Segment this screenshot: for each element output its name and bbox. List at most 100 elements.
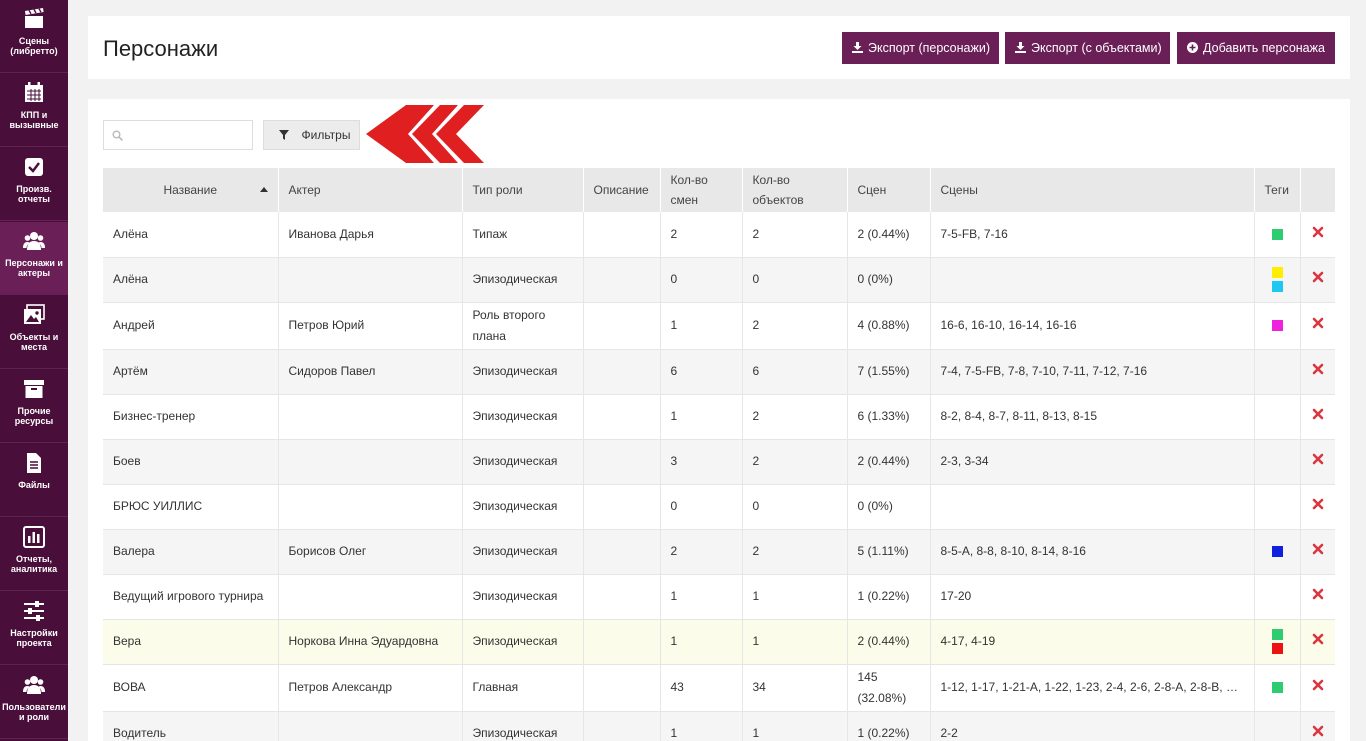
sidebar-item-label: Прочие ресурсы (14, 406, 54, 426)
delete-icon[interactable] (1312, 317, 1324, 329)
cell-role-type: Эпизодическая (462, 394, 584, 440)
cell-objects: 2 (742, 394, 848, 440)
cell-name: Алёна (103, 212, 279, 258)
cell-actions (1300, 257, 1335, 303)
delete-icon[interactable] (1312, 679, 1324, 691)
tag-swatch[interactable] (1271, 546, 1283, 557)
column-header-tags[interactable]: Теги (1254, 168, 1301, 212)
cell-scenes-count: 7 (1.55%) (847, 349, 931, 395)
sidebar-item-scenes[interactable]: Сцены (либретто) (0, 0, 68, 73)
column-header-objects[interactable]: Кол-во объектов (742, 168, 848, 212)
delete-icon[interactable] (1312, 543, 1324, 555)
table-row[interactable]: ВОВА Петров Александр Главная 43 34 145 (32.0… (103, 664, 1335, 712)
cell-actions (1300, 711, 1335, 741)
cell-description (583, 711, 661, 741)
delete-icon[interactable] (1312, 588, 1324, 600)
sidebar-item-label: Персонажи и актеры (5, 258, 63, 278)
cell-scenes: 8-5-A, 8-8, 8-10, 8-14, 8-16 (930, 529, 1255, 575)
sidebar-item-users[interactable]: Пользователи и роли (0, 666, 68, 739)
delete-icon[interactable] (1312, 498, 1324, 510)
column-header-description[interactable]: Описание (583, 168, 661, 212)
sidebar-item-reports[interactable]: Произв. отчеты (0, 148, 68, 221)
table-row[interactable]: Боев Эпизодическая 3 2 2 (0.44%) 2-3, 3-34 (103, 439, 1335, 485)
table-row[interactable]: Алёна Эпизодическая 0 0 0 (0%) (103, 257, 1335, 303)
sidebar-item-settings[interactable]: Настройки проекта (0, 592, 68, 665)
filters-button[interactable]: Фильтры (263, 120, 360, 150)
sidebar-item-label: Настройки проекта (10, 628, 58, 648)
export-characters-button[interactable]: Экспорт (персонажи) (842, 32, 999, 64)
table-row[interactable]: Андрей Петров Юрий Роль второго плана 1 2 4 (… (103, 302, 1335, 350)
sidebar-item-kpp[interactable]: КПП и вызывные (0, 74, 68, 147)
tag-swatch[interactable] (1271, 682, 1283, 693)
cell-scenes-count: 145 (32.08%) (847, 664, 931, 712)
cell-actions (1300, 212, 1335, 258)
column-header-shifts[interactable]: Кол-во смен (660, 168, 743, 212)
cell-actor: Сидоров Павел (278, 349, 463, 395)
table-row[interactable]: Алёна Иванова Дарья Типаж 2 2 2 (0.44%) 7-5-FB… (103, 212, 1335, 258)
cell-actions (1300, 664, 1335, 712)
sidebar-item-analytics[interactable]: Отчеты, аналитика (0, 518, 68, 591)
add-character-button[interactable]: Добавить персонажа (1177, 32, 1335, 64)
sidebar-item-objects[interactable]: Объекты и места (0, 296, 68, 369)
table-row[interactable]: БРЮС УИЛЛИС Эпизодическая 0 0 0 (0%) (103, 484, 1335, 530)
column-header-scenes[interactable]: Сцены (930, 168, 1255, 212)
cell-scenes: 4-17, 4-19 (930, 619, 1255, 665)
table-row[interactable]: Валера Борисов Олег Эпизодическая 2 2 5 (1.11… (103, 529, 1335, 575)
sidebar-item-resources[interactable]: Прочие ресурсы (0, 370, 68, 443)
tag-swatch[interactable] (1271, 267, 1283, 278)
cell-tags (1254, 711, 1301, 741)
column-header-name[interactable]: Название (103, 168, 279, 212)
column-header-scenes-count[interactable]: Сцен (847, 168, 931, 212)
cell-objects: 34 (742, 664, 848, 712)
cell-shifts: 0 (660, 257, 743, 303)
column-header-role-type[interactable]: Тип роли (462, 168, 584, 212)
table-row[interactable]: Бизнес-тренер Эпизодическая 1 2 6 (1.33%) 8-2… (103, 394, 1335, 440)
delete-icon[interactable] (1312, 453, 1324, 465)
tag-swatch[interactable] (1271, 320, 1283, 331)
delete-icon[interactable] (1312, 725, 1324, 737)
cell-objects: 1 (742, 711, 848, 741)
cell-shifts: 43 (660, 664, 743, 712)
cell-tags (1254, 394, 1301, 440)
cell-shifts: 6 (660, 349, 743, 395)
tag-swatch[interactable] (1271, 629, 1283, 640)
cell-shifts: 1 (660, 574, 743, 620)
sidebar-item-files[interactable]: Файлы (0, 444, 68, 517)
cell-name: Валера (103, 529, 279, 575)
table-row[interactable]: Ведущий игрового турнира Эпизодическая 1 1 1… (103, 574, 1335, 620)
table-header-row: Название Актер Тип роли Описание Кол-во … (103, 168, 1336, 212)
cell-description (583, 302, 661, 350)
column-header-actor[interactable]: Актер (278, 168, 463, 212)
cell-scenes-count: 5 (1.11%) (847, 529, 931, 575)
cell-actor (278, 711, 463, 741)
column-header-actions (1300, 168, 1336, 212)
tag-swatch[interactable] (1271, 228, 1283, 240)
image-icon (24, 304, 45, 324)
tag-swatch[interactable] (1271, 281, 1283, 292)
sidebar: Сцены (либретто) КПП и вызывные Произв. … (0, 0, 68, 741)
filters-label: Фильтры (301, 128, 351, 142)
table-row[interactable]: Вера Норкова Инна Эдуардовна Эпизодическая… (103, 619, 1335, 665)
cell-role-type: Эпизодическая (462, 439, 584, 485)
sidebar-item-label: Файлы (18, 480, 50, 490)
delete-icon[interactable] (1312, 271, 1324, 283)
cell-shifts: 3 (660, 439, 743, 485)
delete-icon[interactable] (1312, 633, 1324, 645)
cell-objects: 0 (742, 257, 848, 303)
export-objects-label: Экспорт (с объектами) (1031, 41, 1162, 55)
cell-name: Артём (103, 349, 279, 395)
tag-swatch[interactable] (1271, 643, 1283, 654)
table-row[interactable]: Водитель Эпизодическая 1 1 1 (0.22%) 2-2 (103, 711, 1335, 741)
cell-scenes-count: 0 (0%) (847, 257, 931, 303)
delete-icon[interactable] (1312, 408, 1324, 420)
search-icon (112, 130, 123, 141)
export-objects-button[interactable]: Экспорт (с объектами) (1005, 32, 1170, 64)
search-input[interactable] (126, 123, 250, 147)
main-card: Фильтры Название Актер Тип роли Описание… (88, 99, 1350, 741)
table-row[interactable]: Артём Сидоров Павел Эпизодическая 6 6 7 (1.55… (103, 349, 1335, 395)
delete-icon[interactable] (1312, 363, 1324, 375)
sidebar-item-characters[interactable]: Персонажи и актеры (0, 222, 68, 295)
delete-icon[interactable] (1312, 226, 1324, 238)
cell-tags (1254, 619, 1301, 665)
cell-tags (1254, 664, 1301, 712)
